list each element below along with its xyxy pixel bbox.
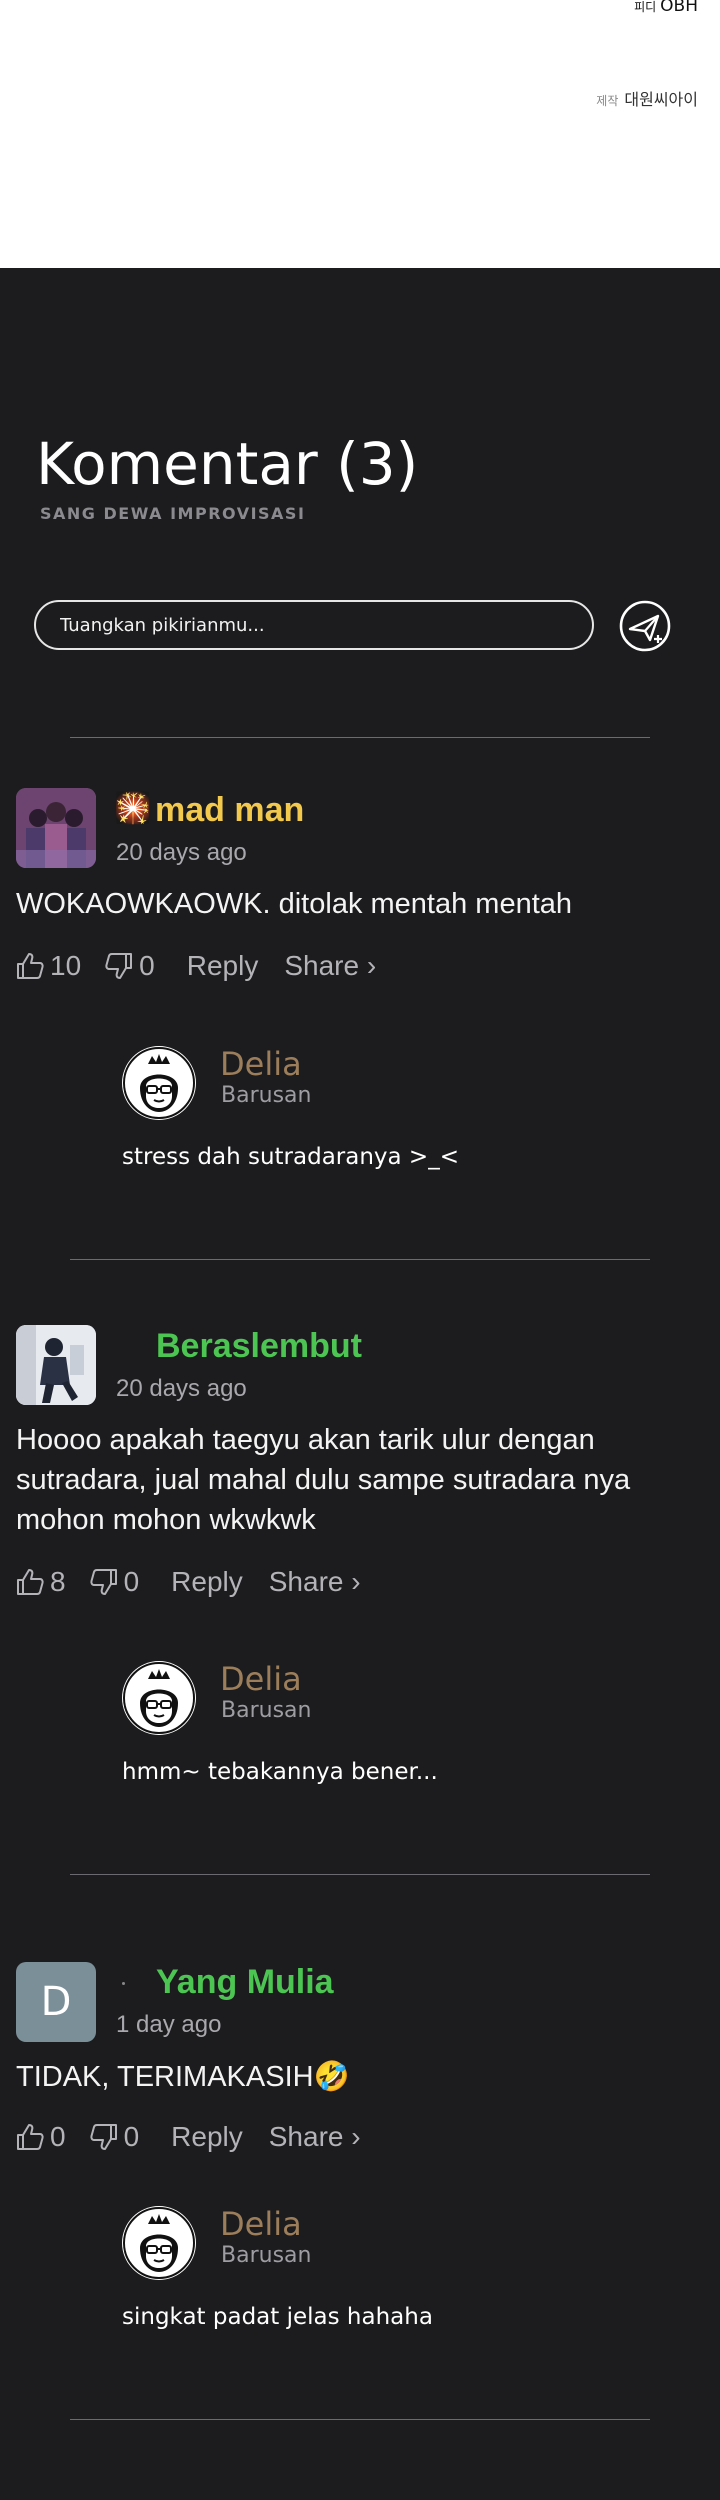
share-button[interactable]: Share › xyxy=(284,950,376,982)
series-title: SANG DEWA IMPROVISASI xyxy=(40,504,306,523)
comment-text: TIDAK, TERIMAKASIH🤣 xyxy=(16,2061,350,2093)
dislike-count: 0 xyxy=(123,2121,140,2152)
comment-username[interactable]: Beraslembut xyxy=(156,1327,362,1366)
crowned-face-icon xyxy=(123,2207,195,2279)
thumbs-up-icon xyxy=(17,2124,44,2150)
reply-avatar[interactable] xyxy=(122,1661,196,1735)
chapter-end-banner: 피디 OBH 제작 대원씨아이 xyxy=(0,0,720,268)
comment-text: Hoooo apakah taegyu akan tarik ulur deng… xyxy=(16,1424,631,1536)
avatar-initial: D xyxy=(40,1979,72,2025)
comment-username[interactable]: mad man xyxy=(155,791,304,830)
dislike-button[interactable]: 0 xyxy=(88,2121,140,2153)
reply-username[interactable]: Delia xyxy=(220,1660,302,1698)
like-button[interactable]: 0 xyxy=(14,2121,66,2153)
comment-time: 20 days ago xyxy=(116,1375,247,1402)
share-button[interactable]: Share › xyxy=(269,2121,361,2153)
reply-username[interactable]: Delia xyxy=(220,2205,302,2243)
dislike-button[interactable]: 0 xyxy=(88,1566,140,1598)
user-badge-icon: 🎇 xyxy=(114,792,152,825)
comment-time: 20 days ago xyxy=(116,839,247,866)
divider xyxy=(70,737,650,738)
reply-username[interactable]: Delia xyxy=(220,1045,302,1083)
reply-button[interactable]: Reply xyxy=(171,2121,243,2153)
divider xyxy=(70,1259,650,1260)
thumbs-down-icon xyxy=(89,2124,117,2150)
reply-time: Barusan xyxy=(221,1083,312,1108)
reply-text: singkat padat jelas hahaha xyxy=(122,2304,433,2330)
divider xyxy=(70,1874,650,1875)
dislike-count: 0 xyxy=(123,1566,140,1597)
reply-time: Barusan xyxy=(221,2243,312,2268)
thumbs-up-icon xyxy=(17,953,44,979)
avatar-image xyxy=(16,1325,96,1405)
reply-text: stress dah sutradaranya >_< xyxy=(122,1144,459,1170)
share-button[interactable]: Share › xyxy=(269,1566,361,1598)
dislike-button[interactable]: 0 xyxy=(103,950,155,982)
avatar-image xyxy=(16,788,96,868)
user-avatar[interactable] xyxy=(16,788,96,868)
reply-time: Barusan xyxy=(221,1698,312,1723)
comment-actions: 8 0 Reply Share › xyxy=(14,1566,361,1598)
like-count: 8 xyxy=(50,1566,66,1597)
thumbs-down-icon xyxy=(89,1569,117,1595)
reply-button[interactable]: Reply xyxy=(187,950,259,982)
reply-avatar[interactable] xyxy=(122,1046,196,1120)
like-button[interactable]: 10 xyxy=(14,950,81,982)
reply-text: hmm~ tebakannya bener... xyxy=(122,1759,438,1785)
like-button[interactable]: 8 xyxy=(14,1566,66,1598)
crowned-face-icon xyxy=(123,1662,195,1734)
comment-text: WOKAOWKAOWK. ditolak mentah mentah xyxy=(16,888,573,920)
user-badge-icon xyxy=(122,1982,125,1985)
comment-actions: 10 0 Reply Share › xyxy=(14,950,376,982)
comments-title: Komentar (3) xyxy=(36,430,419,498)
send-plane-icon xyxy=(619,600,671,652)
user-avatar[interactable] xyxy=(16,1325,96,1405)
comment-username[interactable]: Yang Mulia xyxy=(156,1963,334,2002)
comment-actions: 0 0 Reply Share › xyxy=(14,2121,361,2153)
credit-producer: 피디 OBH xyxy=(634,0,698,16)
like-count: 10 xyxy=(50,950,82,981)
user-avatar[interactable]: D xyxy=(16,1962,96,2042)
reply-button[interactable]: Reply xyxy=(171,1566,243,1598)
thumbs-up-icon xyxy=(17,1569,44,1595)
reply-avatar[interactable] xyxy=(122,2206,196,2280)
thumbs-down-icon xyxy=(105,953,133,979)
comment-input[interactable] xyxy=(34,600,594,650)
like-count: 0 xyxy=(50,2121,66,2152)
credit-publisher: 제작 대원씨아이 xyxy=(596,90,698,109)
comment-time: 1 day ago xyxy=(116,2011,222,2038)
send-comment-button[interactable] xyxy=(618,598,674,654)
divider xyxy=(70,2419,650,2420)
dislike-count: 0 xyxy=(139,950,155,981)
crowned-face-icon xyxy=(123,1047,195,1119)
